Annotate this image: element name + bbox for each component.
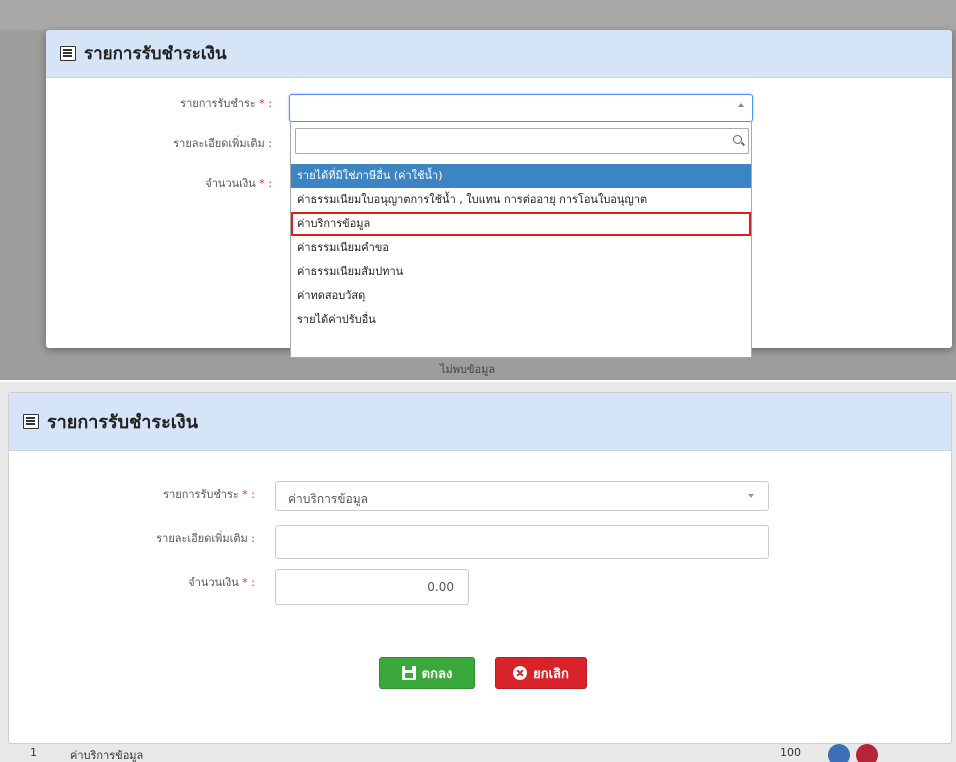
background-header	[0, 0, 956, 30]
ok-button[interactable]: ตกลง	[379, 657, 475, 689]
chevron-down-icon	[748, 494, 754, 498]
payment-type-select[interactable]	[289, 94, 753, 122]
modal-title: รายการรับชำระเงิน	[84, 44, 227, 64]
modal-header: รายการรับชำระเงิน	[9, 393, 951, 451]
dropdown-option[interactable]: ค่าทดสอบวัสดุ	[291, 284, 751, 308]
cancel-button-label: ยกเลิก	[533, 666, 569, 682]
payment-type-dropdown: รายได้ที่มิใช่ภาษีอื่น (ค่าใช้น้ำ) ค่าธร…	[290, 122, 752, 358]
background-empty-text: ไม่พบข้อมูล	[440, 363, 496, 376]
modal-title: รายการรับชำระเงิน	[47, 412, 198, 433]
background-table-row: 1 ค่าบริการข้อมูล 100	[0, 744, 956, 762]
modal-header: รายการรับชำระเงิน	[46, 30, 952, 78]
row-index: 1	[30, 746, 37, 759]
payment-type-label: รายการรับชำระ * :	[163, 488, 255, 501]
save-icon	[401, 666, 416, 680]
edit-icon[interactable]	[828, 744, 850, 762]
row-name: ค่าบริการข้อมูล	[70, 749, 144, 762]
dropdown-option[interactable]: รายได้ค่าปรับอื่น	[291, 308, 751, 332]
payment-modal-filled: รายการรับชำระเงิน รายการรับชำระ * : ค่าบ…	[8, 392, 952, 744]
dropdown-option[interactable]: ค่าธรรมเนียมคำขอ	[291, 236, 751, 260]
chevron-up-icon	[738, 103, 744, 107]
amount-label: จำนวนเงิน * :	[205, 177, 272, 190]
payment-type-select[interactable]: ค่าบริการข้อมูล	[275, 481, 769, 511]
cancel-button[interactable]: ยกเลิก	[495, 657, 587, 689]
payment-type-label: รายการรับชำระ * :	[180, 97, 272, 110]
bottom-screenshot: รายการรับชำระเงิน รายการรับชำระ * : ค่าบ…	[0, 382, 956, 762]
dropdown-search-input[interactable]	[295, 128, 749, 154]
payment-modal-open: รายการรับชำระเงิน รายการรับชำระ * : รายล…	[46, 30, 952, 358]
dropdown-option[interactable]: รายได้ที่มิใช่ภาษีอื่น (ค่าใช้น้ำ)	[291, 164, 751, 188]
list-icon	[60, 46, 76, 61]
ok-button-label: ตกลง	[421, 666, 453, 682]
top-screenshot: ไม่พบข้อมูล รายการรับชำระเงิน รายการรับช…	[0, 0, 956, 380]
amount-value: 0.00	[427, 580, 454, 594]
amount-label: จำนวนเงิน * :	[188, 576, 255, 589]
details-label: รายละเอียดเพิ่มเติม :	[173, 137, 272, 150]
row-amount: 100	[780, 746, 801, 759]
dropdown-option[interactable]: ค่าธรรมเนียมสัมปทาน	[291, 260, 751, 284]
details-input[interactable]	[275, 525, 769, 559]
list-icon	[23, 414, 39, 429]
search-icon	[733, 135, 742, 144]
payment-type-value: ค่าบริการข้อมูล	[288, 492, 368, 506]
details-label: รายละเอียดเพิ่มเติม :	[156, 532, 255, 545]
delete-icon[interactable]	[856, 744, 878, 762]
amount-input[interactable]: 0.00	[275, 569, 469, 605]
cancel-icon	[513, 666, 528, 680]
dropdown-options: รายได้ที่มิใช่ภาษีอื่น (ค่าใช้น้ำ) ค่าธร…	[291, 164, 751, 332]
dropdown-option[interactable]: ค่าธรรมเนียมใบอนุญาตการใช้น้ำ , ใบแทน กา…	[291, 188, 751, 212]
dropdown-option-highlighted[interactable]: ค่าบริการข้อมูล	[291, 212, 751, 236]
